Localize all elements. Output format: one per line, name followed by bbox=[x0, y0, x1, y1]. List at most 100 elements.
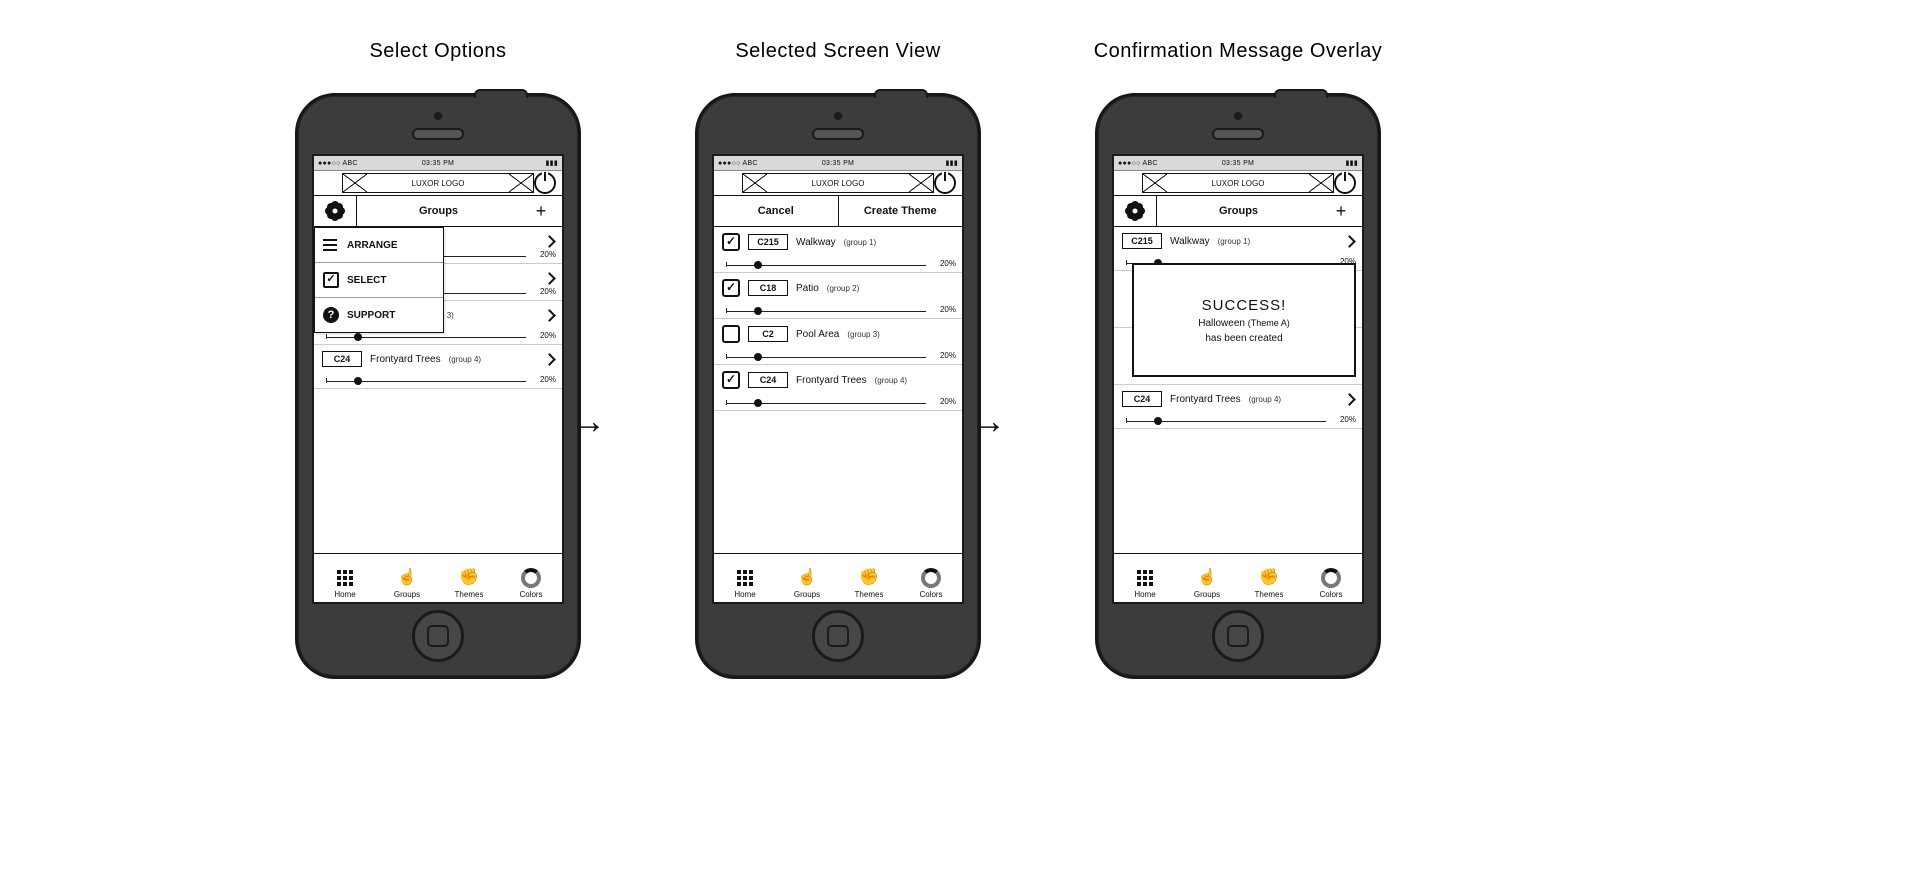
status-bar: ●●●○○ ABC 03:35 PM ▮▮▮ bbox=[314, 156, 562, 171]
menu-item-arrange[interactable]: ARRANGE bbox=[315, 228, 443, 263]
confirmation-overlay: SUCCESS! Halloween (Theme A) has been cr… bbox=[1132, 263, 1356, 377]
hand-icon: ☝ bbox=[397, 568, 417, 588]
brightness-value: 20% bbox=[940, 351, 956, 360]
power-icon[interactable] bbox=[934, 172, 956, 194]
add-button[interactable]: + bbox=[1320, 196, 1362, 226]
tab-colors[interactable]: Colors bbox=[1300, 554, 1362, 602]
brightness-value: 20% bbox=[940, 397, 956, 406]
group-code: C24 bbox=[748, 372, 788, 388]
tab-colors[interactable]: Colors bbox=[500, 554, 562, 602]
grid-icon bbox=[335, 568, 355, 588]
group-row[interactable]: C2 Pool Area (group 3) 20% bbox=[714, 319, 962, 365]
create-theme-button[interactable]: Create Theme bbox=[839, 196, 963, 226]
menu-item-support[interactable]: ?SUPPORT bbox=[315, 298, 443, 332]
group-row[interactable]: C215 Walkway (group 1) 20% bbox=[714, 227, 962, 273]
checkbox-checked[interactable] bbox=[722, 233, 740, 251]
checkbox-unchecked[interactable] bbox=[722, 325, 740, 343]
brightness-slider[interactable] bbox=[726, 259, 926, 266]
tab-themes[interactable]: ✊Themes bbox=[838, 554, 900, 602]
hand-icon: ✊ bbox=[859, 568, 879, 588]
tab-colors[interactable]: Colors bbox=[900, 554, 962, 602]
checkbox-checked[interactable] bbox=[722, 279, 740, 297]
section-title: Groups bbox=[1157, 196, 1320, 226]
bottom-tab-bar: Home ☝Groups ✊Themes Colors bbox=[1114, 553, 1362, 602]
group-row[interactable]: C24 Frontyard Trees (group 4) 20% bbox=[314, 345, 562, 389]
group-row[interactable]: C24 Frontyard Trees (group 4) 20% bbox=[1114, 385, 1362, 429]
group-code: C215 bbox=[1122, 233, 1162, 249]
overlay-line2: has been created bbox=[1205, 333, 1282, 344]
group-list: C215 Walkway (group 1) 20% C24 Front bbox=[1114, 227, 1362, 557]
group-code: C2 bbox=[748, 326, 788, 342]
home-physical-button[interactable] bbox=[812, 610, 864, 662]
tab-groups[interactable]: ☝Groups bbox=[776, 554, 838, 602]
status-bar: ●●●○○ ABC03:35 PM▮▮▮ bbox=[1114, 156, 1362, 171]
status-bar: ●●●○○ ABC03:35 PM▮▮▮ bbox=[714, 156, 962, 171]
screen-title-1: Select Options bbox=[238, 40, 638, 63]
gear-icon bbox=[1127, 203, 1143, 219]
brightness-slider[interactable] bbox=[726, 397, 926, 404]
tab-groups[interactable]: ☝Groups bbox=[376, 554, 438, 602]
group-code: C24 bbox=[322, 351, 362, 367]
add-button[interactable]: + bbox=[520, 196, 562, 226]
group-code: C215 bbox=[748, 234, 788, 250]
group-code: C24 bbox=[1122, 391, 1162, 407]
gear-icon bbox=[327, 203, 343, 219]
color-wheel-icon bbox=[921, 568, 941, 588]
group-list: C215 Walkway (group 1) 20% C18 Patio (gr… bbox=[714, 227, 962, 557]
screen-title-3: Confirmation Message Overlay bbox=[1038, 40, 1438, 63]
checkbox-icon bbox=[323, 272, 339, 288]
flow-arrow-icon: → bbox=[570, 400, 606, 442]
group-row[interactable]: C18 Patio (group 2) 20% bbox=[714, 273, 962, 319]
hand-icon: ✊ bbox=[459, 568, 479, 588]
help-icon: ? bbox=[323, 307, 339, 323]
list-icon bbox=[323, 237, 339, 253]
hand-icon: ✊ bbox=[1259, 568, 1279, 588]
home-physical-button[interactable] bbox=[1212, 610, 1264, 662]
brightness-slider[interactable] bbox=[726, 351, 926, 358]
color-wheel-icon bbox=[521, 568, 541, 588]
hand-icon: ☝ bbox=[1197, 568, 1217, 588]
phone-mockup: ●●●○○ ABC03:35 PM▮▮▮ LUXOR LOGO Groups +… bbox=[1095, 93, 1381, 679]
checkbox-checked[interactable] bbox=[722, 371, 740, 389]
brightness-value: 20% bbox=[540, 331, 556, 340]
tab-home[interactable]: Home bbox=[314, 554, 376, 602]
overlay-title: SUCCESS! bbox=[1202, 297, 1287, 314]
options-menu: ARRANGE SELECT ?SUPPORT bbox=[314, 227, 444, 333]
tab-home[interactable]: Home bbox=[714, 554, 776, 602]
tab-groups[interactable]: ☝Groups bbox=[1176, 554, 1238, 602]
cancel-button[interactable]: Cancel bbox=[714, 196, 839, 226]
settings-gear-button[interactable] bbox=[314, 196, 357, 226]
brightness-value: 20% bbox=[540, 375, 556, 384]
logo-placeholder: LUXOR LOGO bbox=[742, 173, 934, 193]
screen-title-2: Selected Screen View bbox=[638, 40, 1038, 63]
flow-arrow-icon: → bbox=[970, 400, 1006, 442]
section-title: Groups bbox=[357, 196, 520, 226]
menu-item-select[interactable]: SELECT bbox=[315, 263, 443, 298]
logo-placeholder: LUXOR LOGO bbox=[342, 173, 534, 193]
phone-mockup: ●●●○○ ABC03:35 PM▮▮▮ LUXOR LOGO Cancel C… bbox=[695, 93, 981, 679]
settings-gear-button[interactable] bbox=[1114, 196, 1157, 226]
group-list: (group 1) 20% ) 20% bbox=[314, 227, 562, 557]
brightness-slider[interactable] bbox=[326, 375, 526, 382]
tab-themes[interactable]: ✊Themes bbox=[438, 554, 500, 602]
group-row[interactable]: C24 Frontyard Trees (group 4) 20% bbox=[714, 365, 962, 411]
grid-icon bbox=[735, 568, 755, 588]
brightness-value: 20% bbox=[1340, 415, 1356, 424]
power-icon[interactable] bbox=[534, 172, 556, 194]
tab-home[interactable]: Home bbox=[1114, 554, 1176, 602]
bottom-tab-bar: Home ☝Groups ✊Themes Colors bbox=[314, 553, 562, 602]
group-code: C18 bbox=[748, 280, 788, 296]
overlay-line1: Halloween (Theme A) bbox=[1198, 318, 1290, 329]
hand-icon: ☝ bbox=[797, 568, 817, 588]
brightness-value: 20% bbox=[940, 305, 956, 314]
bottom-tab-bar: Home ☝Groups ✊Themes Colors bbox=[714, 553, 962, 602]
brightness-slider[interactable] bbox=[1126, 415, 1326, 422]
power-icon[interactable] bbox=[1334, 172, 1356, 194]
tab-themes[interactable]: ✊Themes bbox=[1238, 554, 1300, 602]
logo-placeholder: LUXOR LOGO bbox=[1142, 173, 1334, 193]
color-wheel-icon bbox=[1321, 568, 1341, 588]
brightness-slider[interactable] bbox=[726, 305, 926, 312]
home-physical-button[interactable] bbox=[412, 610, 464, 662]
phone-mockup: ●●●○○ ABC 03:35 PM ▮▮▮ LUXOR LOGO Groups… bbox=[295, 93, 581, 679]
brightness-value: 20% bbox=[940, 259, 956, 268]
